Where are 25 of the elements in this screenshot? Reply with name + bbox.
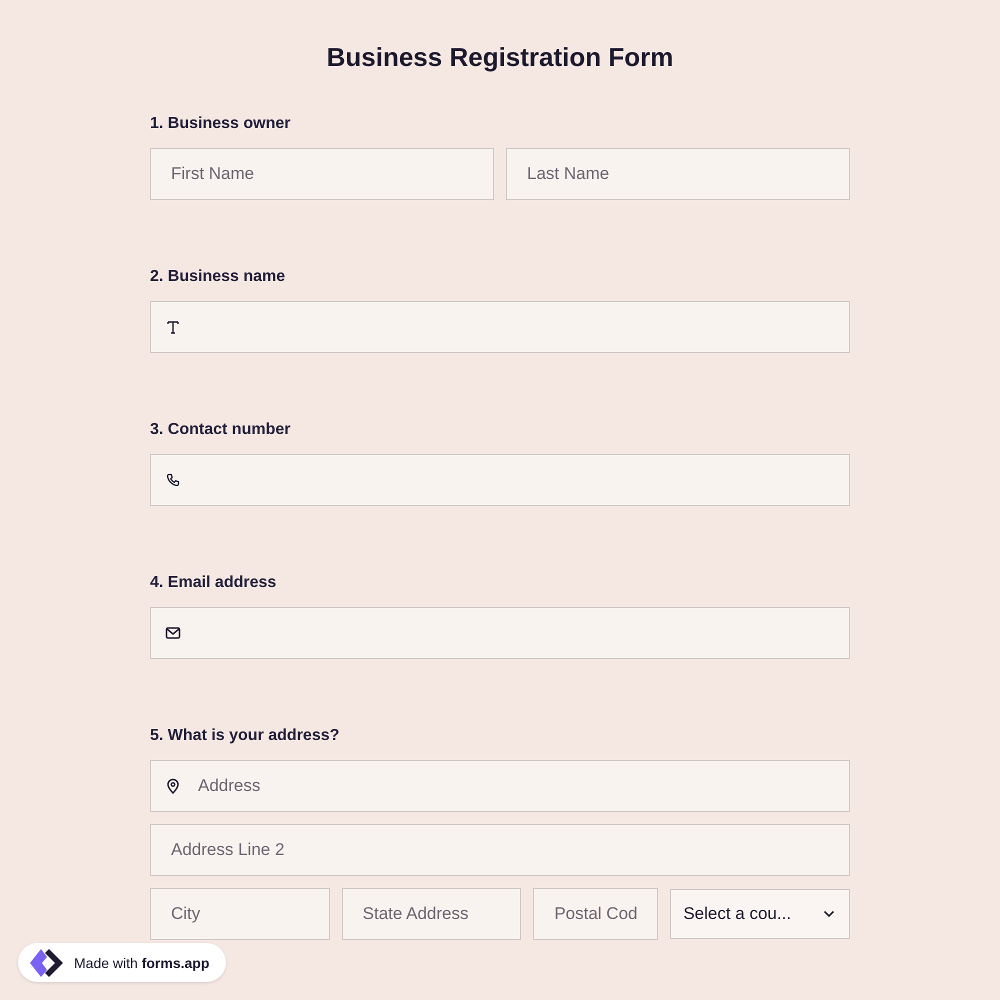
input-field[interactable] [150,454,850,506]
email-icon [165,625,181,641]
question-label: 5. What is your address? [150,726,340,746]
input-field[interactable]: First Name [150,148,494,200]
phone-icon [165,472,181,488]
caret-icon [823,910,835,918]
country-dropdown[interactable]: Select a cou... [670,889,850,939]
input-field[interactable]: Postal Cod [533,888,658,940]
input-field[interactable]: Address Line 2 [150,824,850,876]
badge-text: Made with forms.app [74,954,210,970]
input-field[interactable]: Address [150,760,850,812]
logo-icon [28,946,66,978]
input-field[interactable]: Last Name [506,148,850,200]
question-label: 1. Business owner [150,114,292,134]
input-field[interactable]: City [150,888,330,940]
input-field[interactable] [150,301,850,353]
question-label: 2. Business name [150,267,286,287]
input-field[interactable] [150,607,850,659]
input-field[interactable]: State Address [342,888,522,940]
location-pin-icon [165,778,181,794]
question-label: 3. Contact number [150,420,292,440]
made-with-badge[interactable]: Made with forms.app [18,943,226,982]
form-title: Business Registration Form [326,41,674,74]
question-label: 4. Email address [150,573,278,593]
text-icon [165,319,181,335]
